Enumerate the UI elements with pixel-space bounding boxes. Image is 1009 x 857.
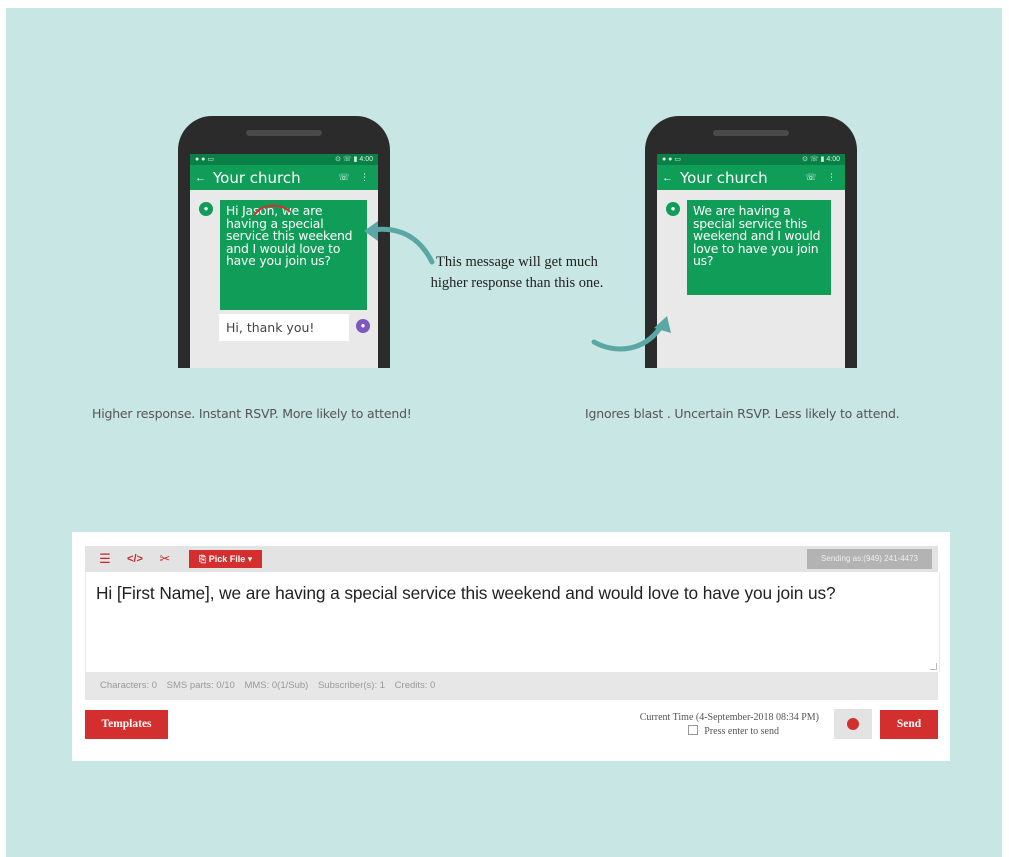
sending-as-badge: Sending as:(949) 241-4473 <box>807 549 932 569</box>
message-text[interactable]: Hi [First Name], we are having a special… <box>96 583 836 604</box>
arrow-left <box>369 226 435 265</box>
message-stats: Characters: 0 SMS parts: 0/10 MMS: 0(1/S… <box>85 672 938 700</box>
caption-left: Higher response. Instant RSVP. More like… <box>92 406 412 421</box>
tools-icon[interactable]: ✂ <box>155 551 175 567</box>
composer-panel: ☰ </> ✂ ⎘ Pick File ▾ Sending as:(949) 2… <box>72 532 950 761</box>
stat-characters: Characters: 0 <box>100 680 158 691</box>
press-enter-checkbox[interactable] <box>688 725 699 735</box>
send-button[interactable]: Send <box>880 710 938 739</box>
stat-subscribers: Subscriber(s): 1 <box>317 680 386 691</box>
schedule-button[interactable] <box>834 709 872 739</box>
center-note: This message will get much higher respon… <box>430 254 604 291</box>
swoosh-red <box>253 204 291 217</box>
code-icon[interactable]: </> <box>125 553 145 565</box>
caption-right: Ignores blast . Uncertain RSVP. Less lik… <box>585 406 900 421</box>
pick-file-button[interactable]: ⎘ Pick File ▾ <box>189 550 263 568</box>
message-input[interactable]: Hi [First Name], we are having a special… <box>85 572 940 672</box>
time-info: Current Time (4-September-2018 08:34 PM)… <box>569 711 819 739</box>
press-enter-label: Press enter to send <box>704 726 779 737</box>
layout-icon[interactable]: ☰ <box>95 551 115 567</box>
stat-mms: MMS: 0(1/Sub) <box>244 680 309 691</box>
stat-sms-parts: SMS parts: 0/10 <box>166 680 235 691</box>
composer-toolbar: ☰ </> ✂ ⎘ Pick File ▾ Sending as:(949) 2… <box>85 546 938 572</box>
clock-icon <box>847 718 859 730</box>
pick-file-label: Pick File <box>208 554 246 564</box>
current-time: Current Time (4-September-2018 08:34 PM) <box>639 712 819 723</box>
templates-button[interactable]: Templates <box>85 710 168 739</box>
arrow-left-head <box>364 221 378 241</box>
stat-credits: Credits: 0 <box>394 680 436 691</box>
file-icon: ⎘ <box>199 554 207 564</box>
resize-handle[interactable] <box>930 663 937 670</box>
arrow-right <box>591 322 665 352</box>
chevron-down-icon: ▾ <box>247 554 253 564</box>
press-enter-option[interactable]: Press enter to send <box>569 725 779 739</box>
